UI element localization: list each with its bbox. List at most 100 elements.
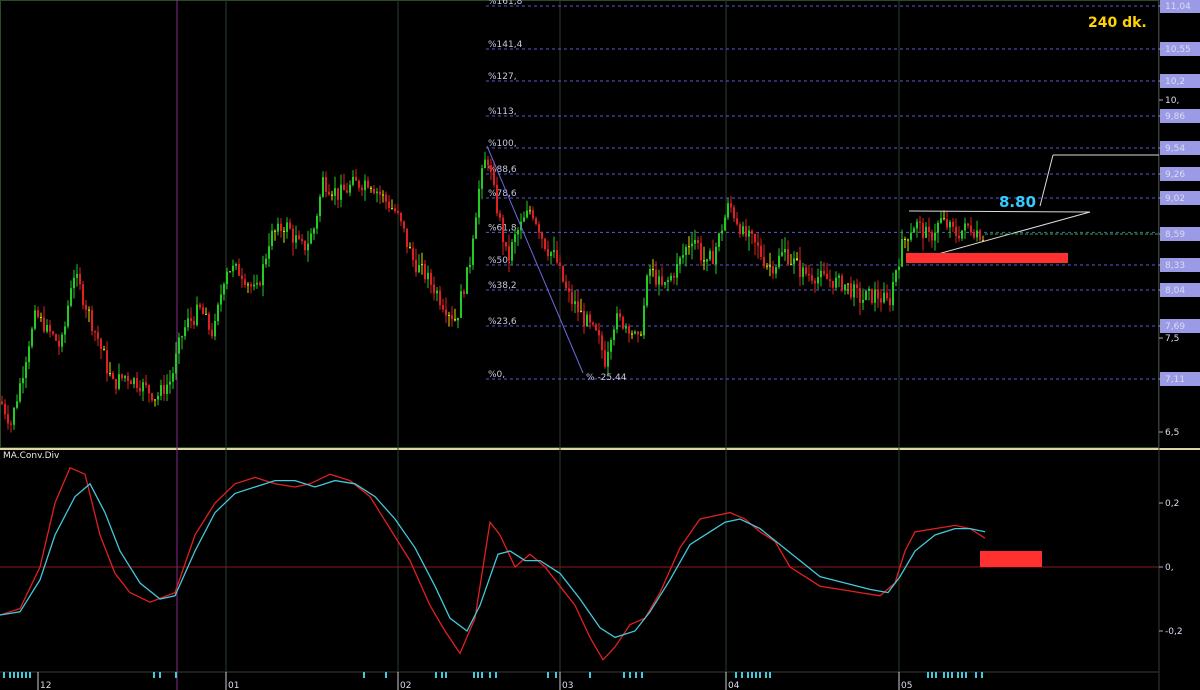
candle-body bbox=[187, 318, 189, 328]
candle-body bbox=[619, 313, 621, 318]
candle-body bbox=[877, 289, 879, 299]
resistance-annotation: 8.80 bbox=[999, 193, 1037, 211]
candle-body bbox=[913, 228, 915, 233]
candle-body bbox=[379, 191, 381, 195]
candle-body bbox=[742, 226, 744, 235]
candle-body bbox=[958, 235, 960, 239]
candle-body bbox=[937, 222, 939, 233]
candle-body bbox=[106, 350, 108, 374]
candle-body bbox=[442, 305, 444, 310]
candle-body bbox=[778, 255, 780, 268]
candle-body bbox=[475, 217, 477, 239]
candle-body bbox=[763, 256, 765, 267]
price-tick-label: 8,59 bbox=[1165, 230, 1185, 240]
candle-body bbox=[403, 221, 405, 229]
fib-level-label: %161,8 bbox=[488, 0, 523, 7]
x-axis-label: 05 bbox=[901, 681, 912, 690]
fib-level-label: %88,6 bbox=[488, 165, 517, 175]
candle-body bbox=[715, 246, 717, 265]
candle-body bbox=[331, 194, 333, 196]
candle-body bbox=[226, 271, 228, 284]
candle-body bbox=[838, 275, 840, 278]
candle-body bbox=[634, 331, 636, 334]
candle-body bbox=[532, 210, 534, 219]
candle-body bbox=[895, 270, 897, 282]
candle-body bbox=[223, 283, 225, 295]
candle-body bbox=[925, 226, 927, 238]
candle-body bbox=[658, 276, 660, 285]
candle-body bbox=[748, 230, 750, 237]
candle-body bbox=[4, 403, 6, 415]
candle-body bbox=[793, 258, 795, 264]
candle-body bbox=[190, 318, 192, 321]
candle-body bbox=[670, 275, 672, 281]
candle-body bbox=[199, 304, 201, 308]
candle-body bbox=[337, 188, 339, 200]
candle-body bbox=[766, 265, 768, 267]
drawing-tools[interactable] bbox=[486, 145, 1159, 374]
candle-body bbox=[13, 407, 15, 425]
candle-body bbox=[832, 280, 834, 288]
candle-body bbox=[208, 313, 210, 330]
triangle-upper-line[interactable] bbox=[908, 210, 1091, 213]
candle-body bbox=[676, 264, 678, 278]
candle-body bbox=[538, 224, 540, 233]
candle-body bbox=[100, 338, 102, 350]
candle-body bbox=[412, 248, 414, 260]
candle-body bbox=[679, 257, 681, 265]
price-tick-label: 10, bbox=[1165, 96, 1179, 106]
candle-body bbox=[823, 270, 825, 274]
candle-body bbox=[760, 245, 762, 257]
candle-body bbox=[382, 194, 384, 196]
candle-body bbox=[556, 250, 558, 263]
candle-body bbox=[205, 313, 207, 315]
candle-body bbox=[247, 284, 249, 286]
candle-body bbox=[712, 250, 714, 265]
candle-body bbox=[577, 301, 579, 313]
candle-body bbox=[133, 378, 135, 385]
candle-body bbox=[553, 250, 555, 253]
candle-body bbox=[478, 188, 480, 218]
candle-body bbox=[394, 208, 396, 212]
candle-body bbox=[487, 159, 489, 166]
candle-body bbox=[928, 226, 930, 232]
candle-body bbox=[142, 382, 144, 392]
x-axis-label: 02 bbox=[400, 681, 411, 690]
candle-body bbox=[85, 304, 87, 310]
candle-body bbox=[430, 272, 432, 285]
candle-body bbox=[316, 215, 318, 229]
candle-body bbox=[10, 423, 12, 425]
candle-body bbox=[22, 378, 24, 384]
candle-body bbox=[922, 222, 924, 238]
timeframe-label: 240 dk. bbox=[1088, 15, 1147, 31]
candle-body bbox=[859, 287, 861, 303]
price-tick-label: 6,5 bbox=[1165, 428, 1179, 438]
candle-body bbox=[385, 194, 387, 202]
candle-body bbox=[55, 334, 57, 341]
fib-extension-label: % -25.44 bbox=[586, 373, 627, 383]
fib-level-label: %38,2 bbox=[488, 281, 517, 291]
support-zone-box[interactable] bbox=[906, 253, 1068, 263]
candle-body bbox=[736, 218, 738, 225]
candle-body bbox=[148, 385, 150, 394]
candle-body bbox=[268, 246, 270, 259]
macd-highlight-box[interactable] bbox=[980, 551, 1042, 567]
candle-body bbox=[646, 275, 648, 306]
fib-level-label: %127, bbox=[488, 72, 517, 82]
candle-body bbox=[217, 304, 219, 321]
candle-body bbox=[322, 177, 324, 197]
candle-body bbox=[517, 230, 519, 235]
candle-body bbox=[733, 207, 735, 219]
candle-body bbox=[448, 314, 450, 316]
candle-body bbox=[685, 247, 687, 256]
candle-body bbox=[916, 221, 918, 229]
candle-body bbox=[253, 284, 255, 287]
candle-body bbox=[454, 319, 456, 321]
candle-body bbox=[664, 282, 666, 285]
candle-body bbox=[283, 230, 285, 232]
candle-body bbox=[781, 252, 783, 256]
candle-body bbox=[616, 313, 618, 330]
candle-body bbox=[310, 233, 312, 244]
candle-body bbox=[754, 233, 756, 243]
candle-body bbox=[472, 238, 474, 265]
